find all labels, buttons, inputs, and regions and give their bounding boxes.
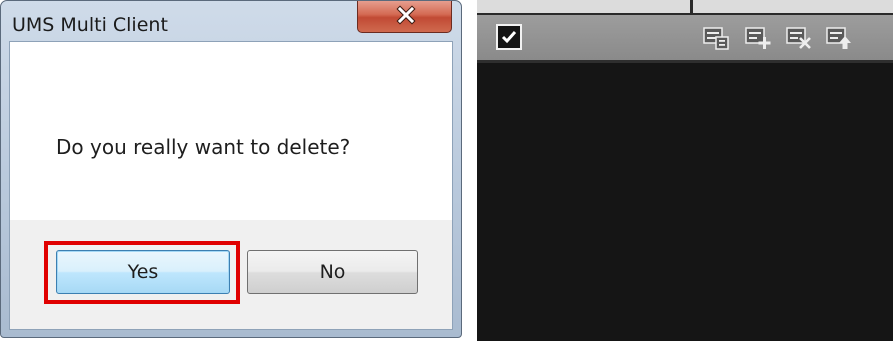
no-button[interactable]: No (247, 250, 418, 294)
panel-divider (690, 0, 693, 13)
close-button[interactable] (357, 1, 452, 33)
list-area[interactable] (477, 66, 893, 341)
dialog-content: Do you really want to delete? (10, 42, 452, 220)
confirm-delete-dialog: UMS Multi Client Do you really want to d… (0, 0, 462, 338)
dialog-title: UMS Multi Client (12, 14, 168, 36)
dialog-titlebar[interactable]: UMS Multi Client (1, 1, 461, 41)
close-icon (396, 5, 416, 25)
screen: UMS Multi Client Do you really want to d… (0, 0, 893, 341)
select-all-checkbox[interactable] (496, 24, 522, 50)
list-panel (477, 0, 893, 341)
dialog-message: Do you really want to delete? (56, 135, 351, 159)
list-move-up-icon[interactable] (825, 25, 853, 51)
list-delete-icon[interactable] (785, 25, 813, 51)
panel-top-strip (477, 0, 893, 15)
yes-button[interactable]: Yes (56, 250, 230, 294)
list-add-icon[interactable] (744, 25, 772, 51)
list-properties-icon[interactable] (702, 25, 730, 51)
dialog-client-area: Do you really want to delete? Yes No (9, 41, 453, 330)
panel-toolbar (477, 15, 893, 63)
check-icon (501, 31, 517, 44)
